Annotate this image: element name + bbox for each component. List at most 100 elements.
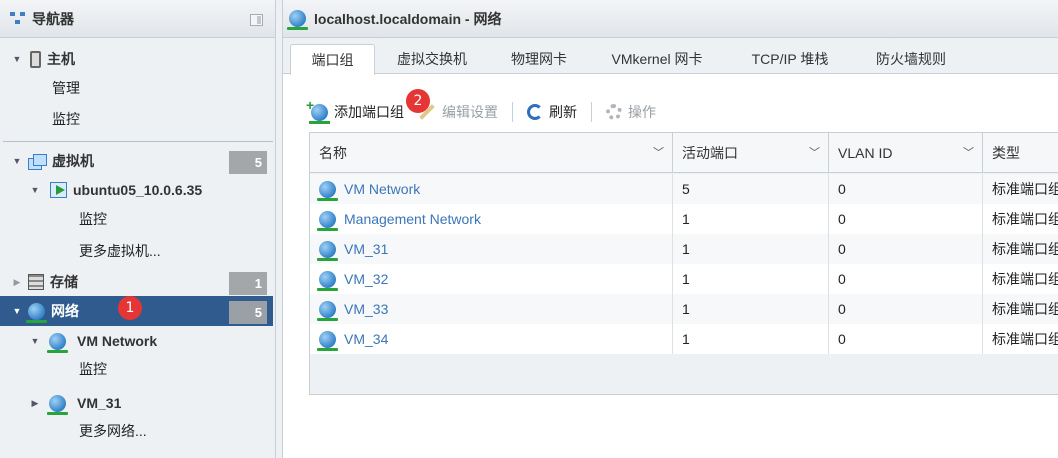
cell-name: VM Network (310, 174, 673, 204)
button-label: 刷新 (549, 104, 577, 120)
toolbar-divider (591, 102, 592, 122)
column-label: VLAN ID (838, 145, 893, 161)
column-header-name[interactable]: 名称 ﹀ (310, 133, 673, 173)
nav-item-label: 虚拟机 (52, 153, 94, 169)
nav-item-label: 更多网络... (79, 423, 147, 439)
table-row[interactable]: VM Network 5 0 标准端口组 (310, 174, 1058, 204)
port-group-link[interactable]: VM_32 (344, 264, 388, 294)
cell-type: 标准端口组 (983, 204, 1058, 234)
cell-vlan-id: 0 (829, 204, 983, 234)
port-group-link[interactable]: Management Network (344, 204, 481, 234)
expand-arrow-icon[interactable]: ▼ (12, 54, 22, 64)
tab-port-groups[interactable]: 端口组 (290, 44, 375, 75)
toolbar-divider (512, 102, 513, 122)
nav-item-storage[interactable]: ▶ 存储 1 (0, 267, 273, 297)
nav-item-vm-network-monitor[interactable]: 监控 (0, 354, 273, 384)
nav-item-vm-monitor[interactable]: 监控 (0, 204, 273, 234)
vm-powered-on-icon (50, 182, 67, 198)
nav-item-vm31[interactable]: ▶ VM_31 (0, 388, 273, 418)
virtual-machines-icon (28, 153, 47, 170)
port-group-link[interactable]: VM Network (344, 174, 420, 204)
tab-vmkernel-nics[interactable]: VMkernel 网卡 (595, 44, 719, 74)
tab-physical-nics[interactable]: 物理网卡 (489, 44, 589, 74)
refresh-icon (527, 104, 543, 120)
nav-item-virtual-machines[interactable]: ▼ 虚拟机 5 (0, 146, 273, 176)
expand-arrow-icon[interactable]: ▼ (30, 336, 40, 346)
column-header-vlan-id[interactable]: VLAN ID ﹀ (829, 133, 983, 173)
chevron-down-icon[interactable]: ﹀ (809, 133, 820, 173)
cell-active-ports: 1 (673, 294, 829, 324)
chevron-down-icon[interactable]: ﹀ (653, 133, 664, 173)
port-group-link[interactable]: VM_33 (344, 294, 388, 324)
cell-vlan-id: 0 (829, 324, 983, 354)
network-icon (317, 300, 338, 321)
add-port-group-button[interactable]: 添加端口组 (306, 97, 404, 124)
actions-button[interactable]: 操作 (606, 102, 656, 122)
cell-active-ports: 1 (673, 324, 829, 354)
expand-arrow-icon[interactable]: ▶ (12, 277, 22, 288)
expand-arrow-icon[interactable]: ▼ (12, 156, 22, 166)
nav-item-host-monitor[interactable]: 监控 (0, 104, 273, 134)
edit-settings-button[interactable]: 编辑设置 (418, 102, 498, 122)
cell-name: Management Network (310, 204, 673, 234)
refresh-button[interactable]: 刷新 (527, 102, 577, 122)
button-label: 添加端口组 (334, 104, 404, 120)
cell-type: 标准端口组 (983, 324, 1058, 354)
column-label: 活动端口 (682, 145, 738, 161)
tab-bar: 端口组 虚拟交换机 物理网卡 VMkernel 网卡 TCP/IP 堆栈 防火墙… (283, 38, 1058, 75)
collapse-navigator-icon[interactable] (250, 14, 263, 26)
cell-vlan-id: 0 (829, 174, 983, 204)
navigator-tree-icon (10, 11, 26, 26)
network-icon (317, 270, 338, 291)
nav-item-vm-network[interactable]: ▼ VM Network (0, 326, 273, 356)
table-row[interactable]: VM_34 1 0 标准端口组 (310, 324, 1058, 354)
chevron-down-icon[interactable]: ﹀ (963, 133, 974, 173)
annotation-callout-1: 1 (118, 296, 142, 320)
network-icon (317, 180, 338, 201)
storage-icon (28, 274, 44, 290)
column-label: 名称 (319, 145, 347, 161)
expand-arrow-icon[interactable]: ▼ (30, 185, 40, 195)
nav-item-vm-ubuntu05[interactable]: ▼ ubuntu05_10.0.6.35 (0, 175, 273, 205)
tab-virtual-switches[interactable]: 虚拟交换机 (379, 44, 485, 74)
network-icon (47, 394, 68, 415)
cell-type: 标准端口组 (983, 174, 1058, 204)
network-icon (47, 332, 68, 353)
nav-item-label: 存储 (50, 274, 78, 290)
cell-name: VM_31 (310, 234, 673, 264)
main-header: localhost.localdomain - 网络 (283, 0, 1058, 38)
column-header-active-ports[interactable]: 活动端口 ﹀ (673, 133, 829, 173)
port-group-link[interactable]: VM_34 (344, 324, 388, 354)
button-label: 编辑设置 (442, 104, 498, 120)
cell-active-ports: 1 (673, 264, 829, 294)
nav-item-host-manage[interactable]: 管理 (0, 73, 273, 103)
table-row[interactable]: VM_33 1 0 标准端口组 (310, 294, 1058, 324)
nav-item-host[interactable]: ▼ 主机 (0, 44, 273, 74)
nav-item-more-networks[interactable]: 更多网络... (0, 416, 273, 446)
tab-firewall-rules[interactable]: 防火墙规则 (861, 44, 961, 74)
navigator-header: 导航器 (0, 0, 275, 38)
count-badge: 5 (229, 301, 267, 324)
nav-item-label: ubuntu05_10.0.6.35 (73, 182, 203, 198)
nav-item-label: 主机 (47, 51, 75, 67)
cell-active-ports: 1 (673, 234, 829, 264)
nav-divider (3, 141, 273, 142)
annotation-callout-2: 2 (406, 89, 430, 113)
expand-arrow-icon[interactable]: ▶ (30, 398, 40, 409)
nav-item-more-vms[interactable]: 更多虚拟机... (0, 236, 273, 266)
cell-vlan-id: 0 (829, 234, 983, 264)
gear-icon (606, 104, 622, 120)
nav-item-label: 网络 (51, 303, 79, 319)
table-row[interactable]: VM_32 1 0 标准端口组 (310, 264, 1058, 294)
button-label: 操作 (628, 104, 656, 120)
expand-arrow-icon[interactable]: ▼ (12, 306, 22, 316)
count-badge: 1 (229, 272, 267, 295)
network-icon (317, 210, 338, 231)
table-row[interactable]: Management Network 1 0 标准端口组 (310, 204, 1058, 234)
column-header-type[interactable]: 类型 (983, 133, 1058, 173)
nav-item-label: 管理 (52, 80, 80, 96)
cell-vlan-id: 0 (829, 294, 983, 324)
table-row[interactable]: VM_31 1 0 标准端口组 (310, 234, 1058, 264)
port-group-link[interactable]: VM_31 (344, 234, 388, 264)
tab-tcpip-stacks[interactable]: TCP/IP 堆栈 (735, 44, 845, 74)
